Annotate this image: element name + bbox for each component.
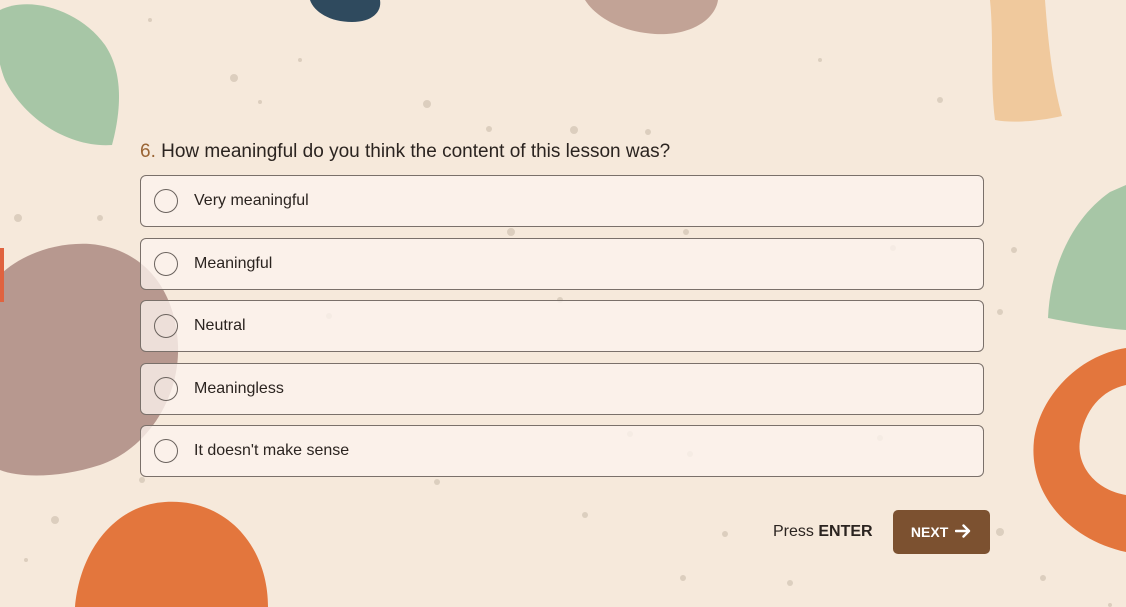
arrow-right-icon — [955, 523, 971, 541]
option-very-meaningful[interactable]: Very meaningful — [140, 175, 984, 227]
orange-blob-shape — [75, 501, 268, 607]
radio-button[interactable] — [154, 376, 178, 401]
option-meaningless[interactable]: Meaningless — [140, 362, 984, 415]
option-label: Meaningless — [194, 379, 284, 397]
option-label: It doesn't make sense — [194, 442, 350, 459]
option-doesnt-make-sense[interactable]: It doesn't make sense — [140, 425, 984, 477]
question-title: 6. How meaningful do you think the conte… — [140, 141, 670, 163]
question-text: How meaningful do you think the content … — [161, 141, 671, 162]
answer-options: Very meaningful Meaningful Neutral Meani… — [140, 175, 984, 488]
keyboard-hint: Press ENTER — [773, 523, 873, 541]
question-number: 6. — [140, 141, 156, 162]
navy-blob-shape — [310, 0, 381, 22]
red-sliver-shape — [0, 248, 4, 302]
green-leaf-right-shape — [1048, 185, 1126, 330]
navigation-footer: Press ENTER NEXT — [773, 510, 990, 554]
option-meaningful[interactable]: Meaningful — [140, 237, 984, 290]
green-leaf-shape — [0, 4, 119, 146]
enter-key-label: ENTER — [818, 523, 873, 540]
option-label: Meaningful — [194, 254, 273, 272]
next-button[interactable]: NEXT — [892, 510, 990, 554]
radio-button[interactable] — [154, 189, 178, 213]
option-label: Neutral — [194, 317, 246, 334]
orange-ring-shape — [1033, 348, 1126, 552]
peach-stripe-shape — [990, 0, 1062, 122]
next-label: NEXT — [910, 524, 949, 540]
radio-button[interactable] — [154, 439, 178, 463]
mauve-blob-top-shape — [585, 0, 718, 35]
option-label: Very meaningful — [194, 192, 309, 209]
option-neutral[interactable]: Neutral — [140, 300, 984, 352]
radio-button[interactable] — [154, 251, 178, 276]
press-label: Press — [773, 523, 814, 540]
radio-button[interactable] — [154, 314, 178, 338]
